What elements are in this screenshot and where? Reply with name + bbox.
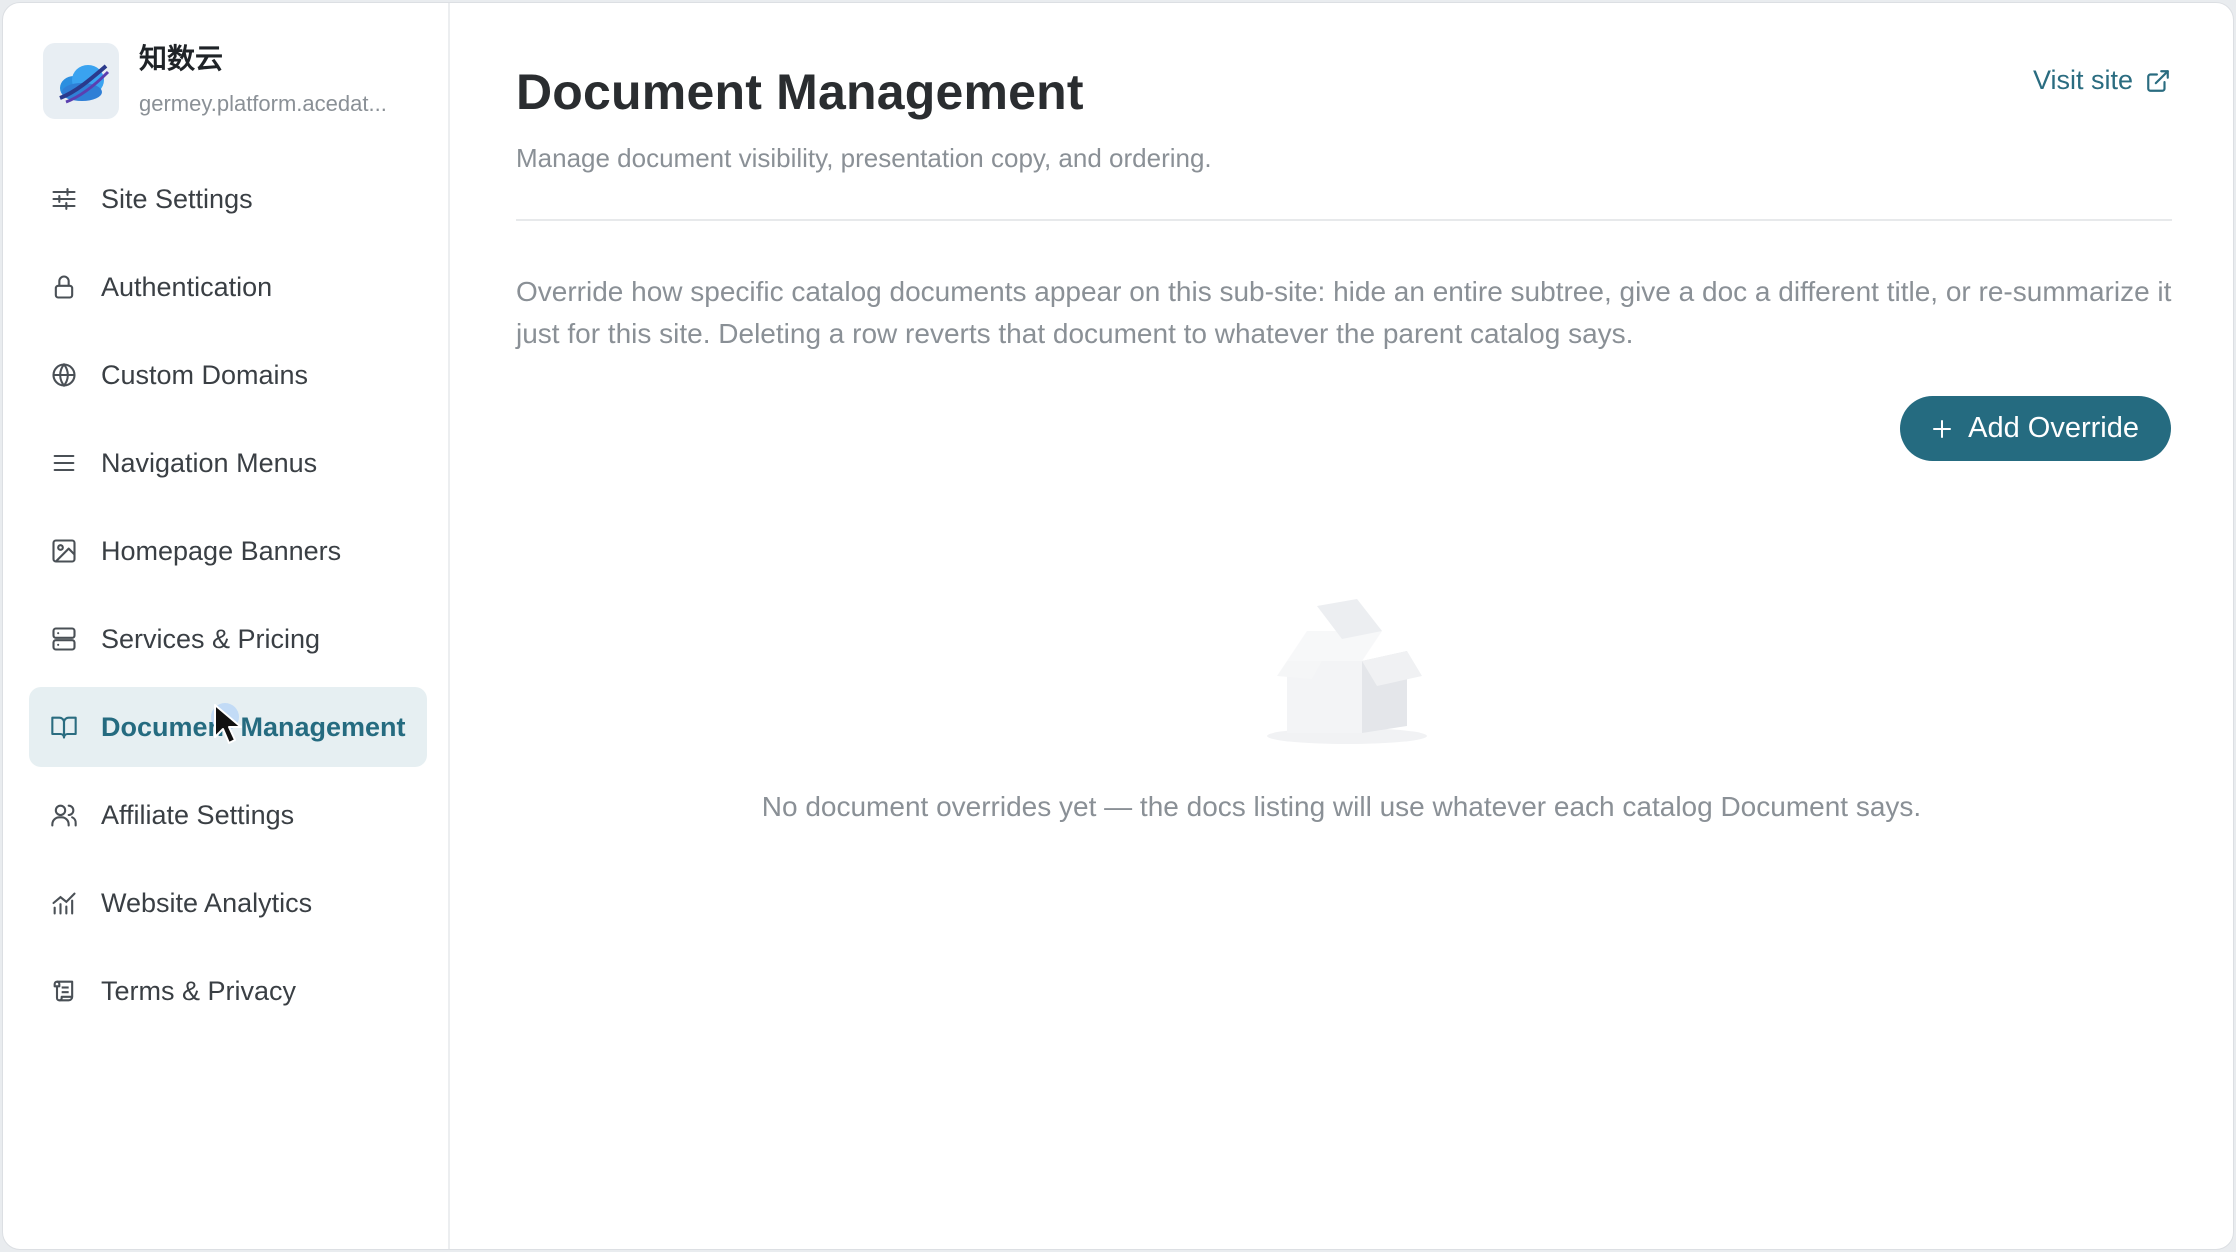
sidebar-item-label: Affiliate Settings	[101, 799, 295, 830]
visit-site-label: Visit site	[2032, 65, 2133, 95]
main-content: Document Management Manage document visi…	[450, 3, 2233, 1249]
sidebar-item-services-pricing[interactable]: Services & Pricing	[29, 599, 427, 679]
server-icon	[49, 624, 79, 654]
sidebar-item-label: Authentication	[101, 271, 273, 302]
description-text: Override how specific catalog documents …	[516, 276, 2172, 349]
empty-state-text: No document overrides yet — the docs lis…	[761, 791, 1922, 822]
menu-icon	[49, 448, 79, 478]
sidebar: 知数云 germey.platform.acedat... Site Setti…	[3, 3, 450, 1249]
external-link-icon	[2145, 68, 2171, 94]
sidebar-item-label: Services & Pricing	[101, 623, 321, 654]
page-subtitle: Manage document visibility, presentation…	[516, 143, 1212, 173]
header-divider	[516, 219, 2172, 221]
image-icon	[49, 536, 79, 566]
users-icon	[49, 800, 79, 830]
sidebar-item-terms-privacy[interactable]: Terms & Privacy	[29, 951, 427, 1031]
sidebar-item-navigation-menus[interactable]: Navigation Menus	[29, 423, 427, 503]
sidebar-item-document-management[interactable]: Document Management	[29, 687, 427, 767]
lock-icon	[49, 272, 79, 302]
cloud-logo-icon	[43, 43, 119, 119]
sidebar-nav: Site Settings Authentication Custom Doma…	[29, 159, 427, 1039]
sidebar-item-homepage-banners[interactable]: Homepage Banners	[29, 511, 427, 591]
sidebar-item-label: Custom Domains	[101, 359, 309, 390]
page-title: Document Management	[516, 64, 1084, 120]
sliders-icon	[49, 184, 79, 214]
sidebar-item-custom-domains[interactable]: Custom Domains	[29, 335, 427, 415]
sidebar-item-label: Homepage Banners	[101, 535, 342, 566]
sidebar-item-site-settings[interactable]: Site Settings	[29, 159, 427, 239]
sidebar-item-label: Navigation Menus	[101, 447, 318, 478]
sidebar-item-website-analytics[interactable]: Website Analytics	[29, 863, 427, 943]
brand-domain: germey.platform.acedat...	[139, 91, 387, 116]
empty-box-icon	[1267, 599, 1427, 744]
plus-icon	[1930, 417, 1954, 441]
sidebar-item-affiliate-settings[interactable]: Affiliate Settings	[29, 775, 427, 855]
globe-icon	[49, 360, 79, 390]
add-override-label: Add Override	[1968, 412, 2139, 444]
add-override-button[interactable]: Add Override	[1900, 396, 2171, 461]
sidebar-item-label: Website Analytics	[101, 887, 313, 918]
sidebar-item-label: Terms & Privacy	[101, 975, 297, 1006]
brand[interactable]: 知数云 germey.platform.acedat...	[43, 43, 409, 119]
sidebar-item-label: Document Management	[101, 711, 406, 742]
sidebar-item-authentication[interactable]: Authentication	[29, 247, 427, 327]
scroll-icon	[49, 976, 79, 1006]
brand-name: 知数云	[139, 43, 224, 74]
chart-icon	[49, 888, 79, 918]
book-open-icon	[49, 712, 79, 742]
sidebar-item-label: Site Settings	[101, 183, 253, 214]
app-window: 知数云 germey.platform.acedat... Site Setti…	[2, 2, 2234, 1250]
visit-site-link[interactable]: Visit site	[2033, 65, 2171, 96]
